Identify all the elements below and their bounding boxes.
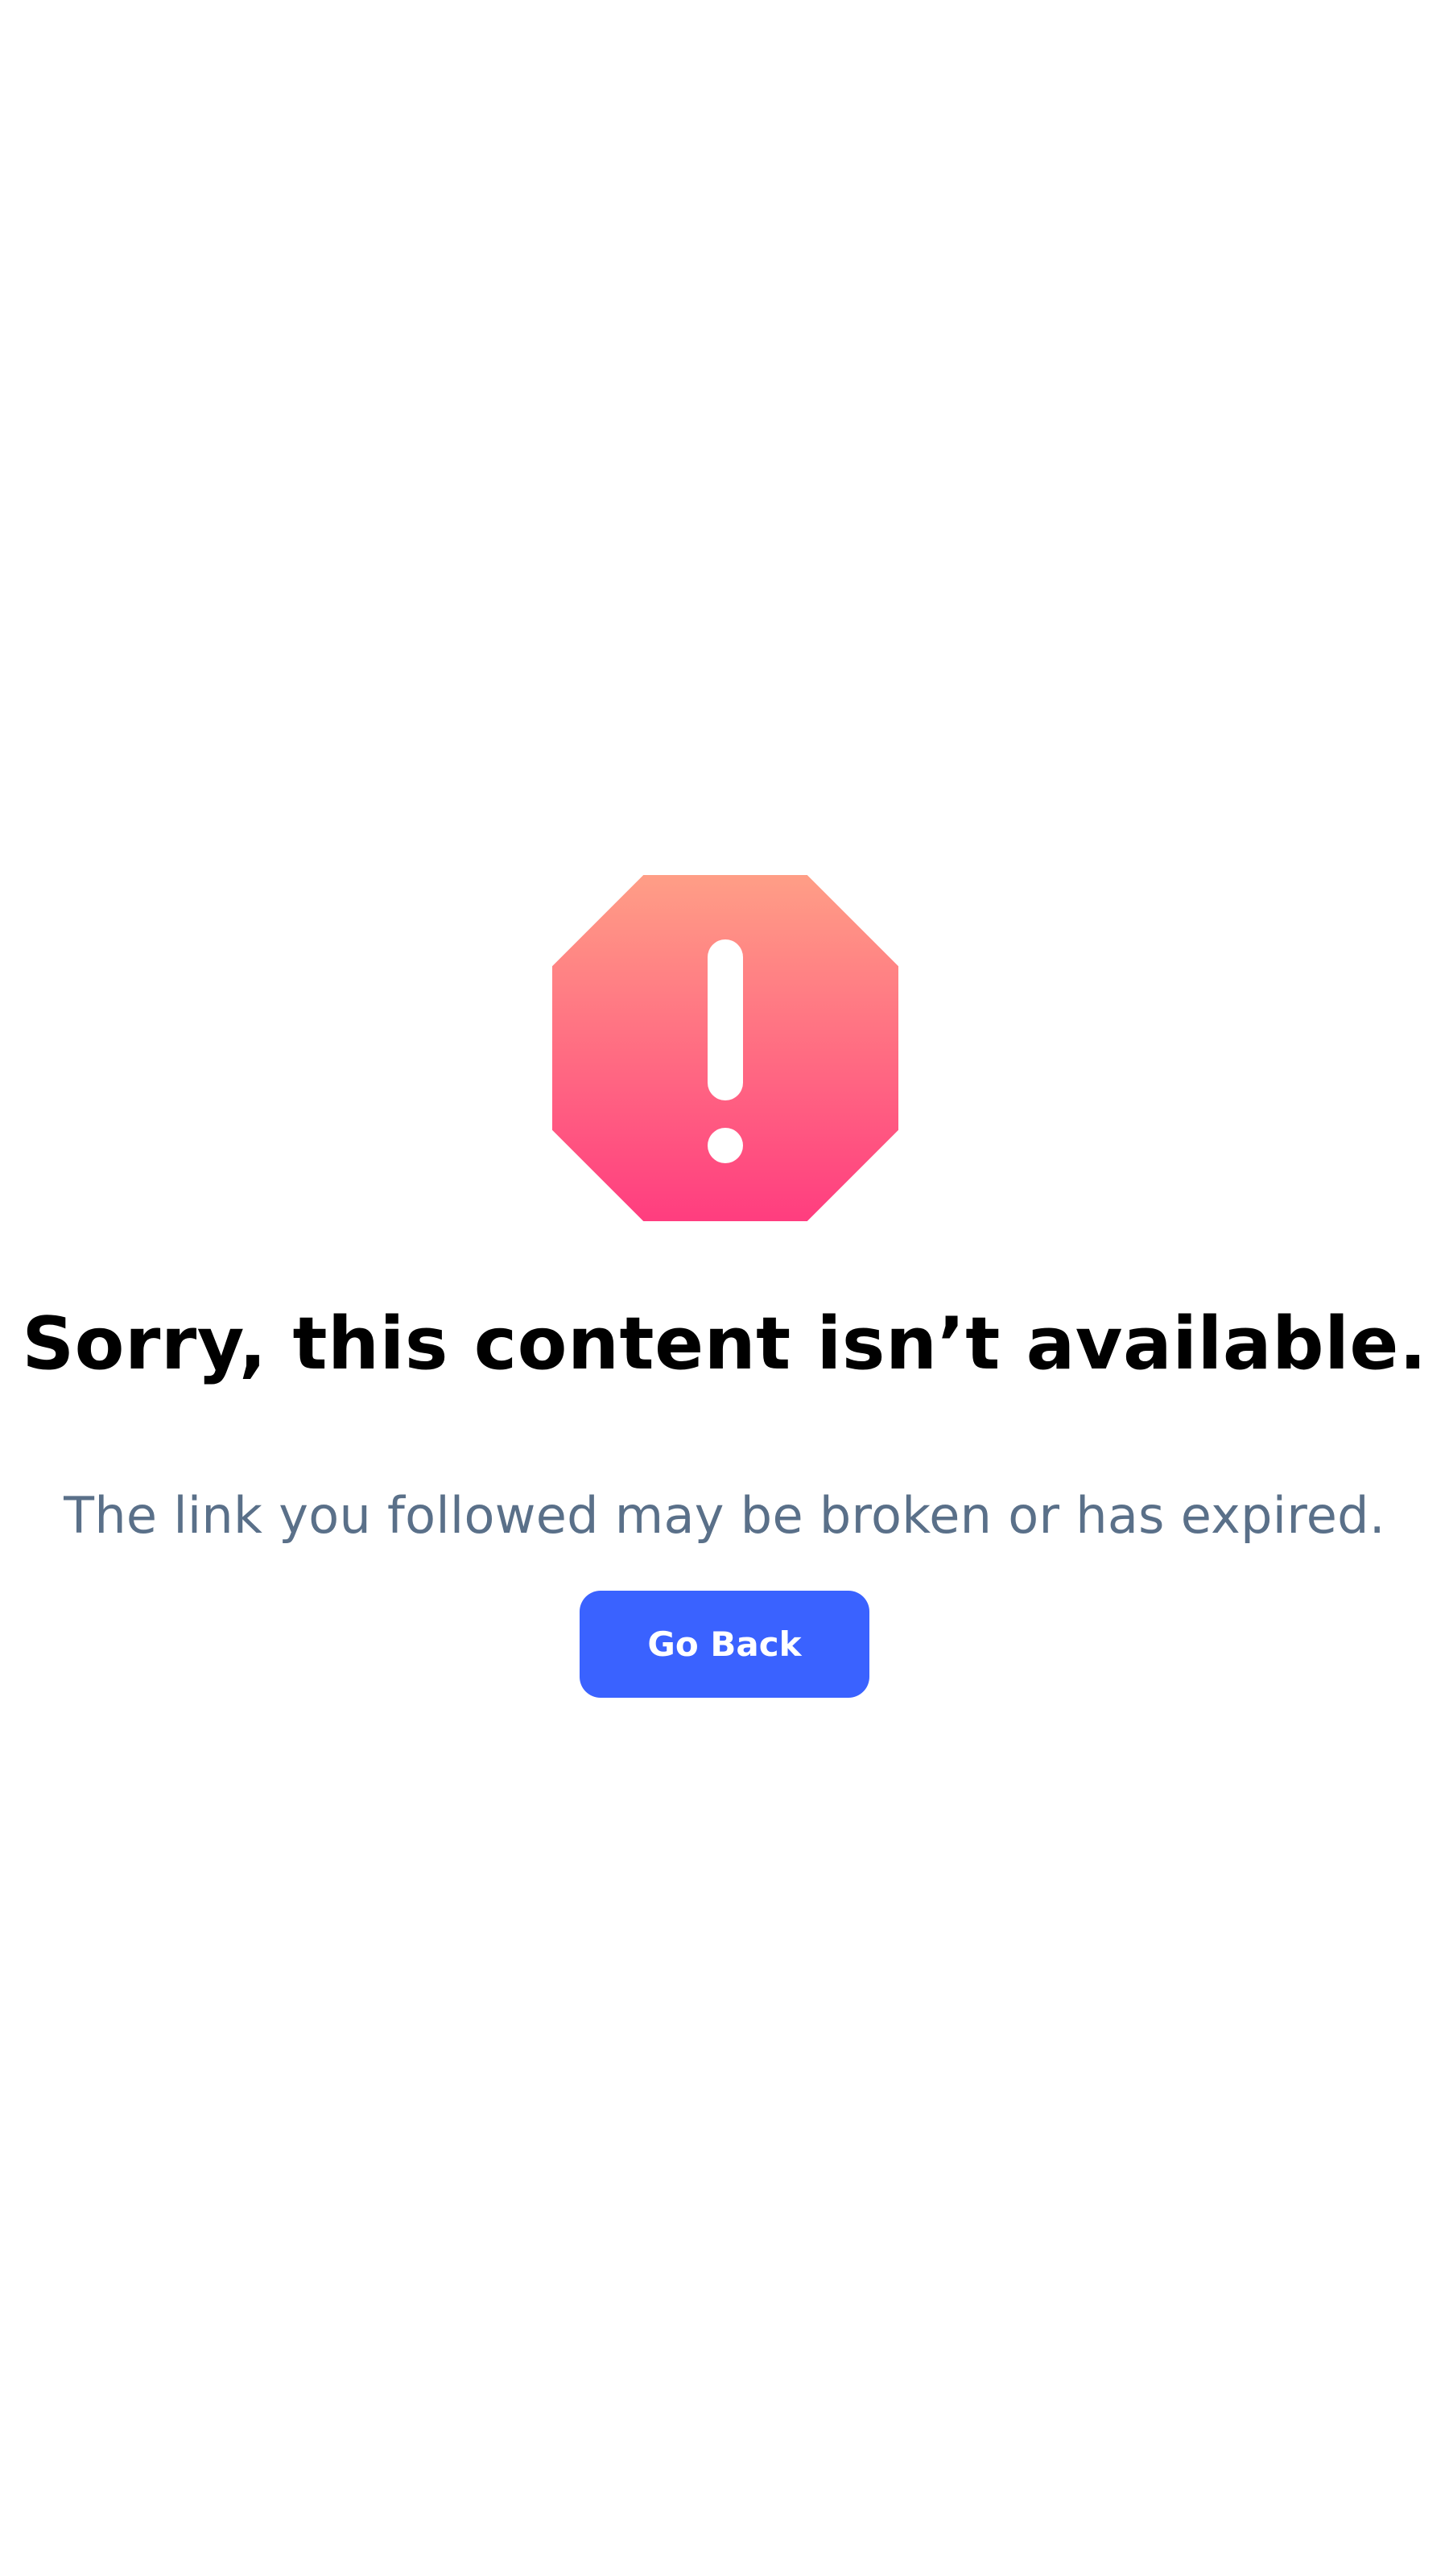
go-back-button[interactable]: Go Back [580,1591,869,1698]
error-page: Sorry, this content isn’t available. The… [0,0,1449,2576]
error-message: The link you followed may be broken or h… [64,1486,1385,1545]
error-title: Sorry, this content isn’t available. [22,1302,1427,1386]
warning-stop-sign-icon [552,875,898,1221]
